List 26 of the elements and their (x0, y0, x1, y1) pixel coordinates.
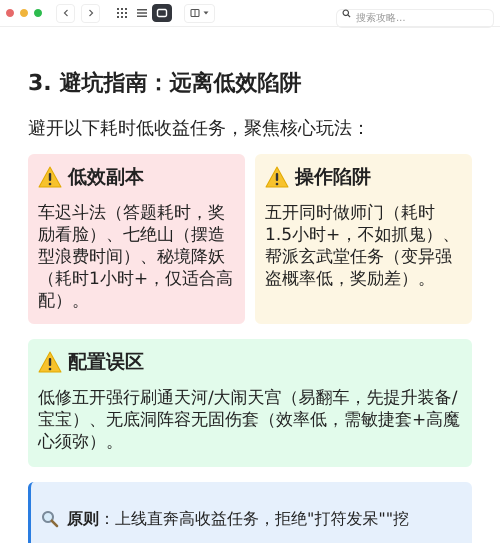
view-toggle[interactable] (152, 4, 172, 22)
intro-text: 避开以下耗时低收益任务，聚焦核心玩法： (28, 117, 371, 141)
warning-icon (38, 165, 62, 189)
card-text: 车迟斗法（答题耗时，奖励看脸）、七绝山（摆造型浪费时间）、秘境降妖（耗时1小时+，仅适合高配）。 (38, 202, 234, 312)
chevron-right-icon (86, 9, 94, 17)
magnifier-icon (41, 510, 59, 528)
layout-dropdown[interactable] (184, 4, 215, 22)
search-icon (342, 8, 351, 18)
warning-icon (38, 350, 62, 374)
warning-icon (265, 165, 289, 189)
columns-icon (190, 8, 200, 18)
card-title: 操作陷阱 (295, 165, 371, 190)
card-text: 低修五开强行刷通天河/大闹天宫（易翻车，先提升装备/宝宝）、无底洞阵容无固伤套（效率低，需敏捷套+高魔心须弥）。 (38, 387, 462, 453)
card-title: 低效副本 (68, 165, 144, 190)
search-field[interactable]: 搜索攻略... (336, 8, 494, 28)
chevron-left-icon (62, 9, 70, 17)
card-text: 五开同时做师门（耗时1.5小时+，不如抓鬼）、帮派玄武堂任务（变异强盗概率低，奖励差）。 (265, 202, 460, 290)
card-title: 配置误区 (68, 350, 144, 375)
note-text: 原则：上线直奔高收益任务，拒绝"打符发呆""挖 (67, 508, 410, 530)
list-icon (136, 7, 148, 19)
back-button[interactable] (56, 4, 75, 22)
card-icon (156, 7, 168, 19)
section-heading: 3. 避坑指南：远离低效陷阱 (28, 70, 302, 98)
caret-icon (203, 10, 209, 16)
grid-icon (116, 7, 128, 19)
forward-button[interactable] (81, 4, 100, 22)
